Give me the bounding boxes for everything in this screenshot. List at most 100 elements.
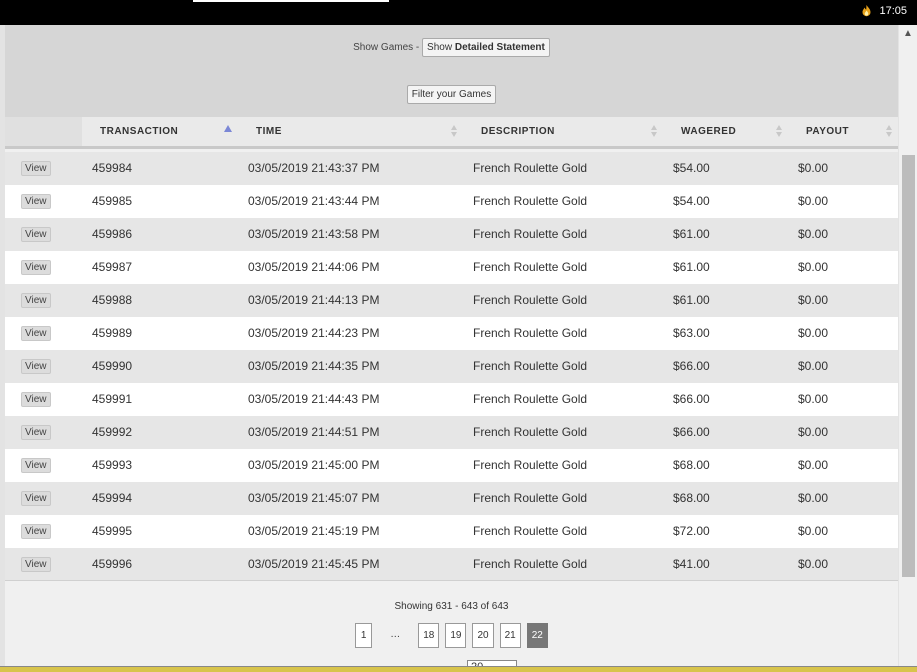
cell-wagered: $61.00 [673, 260, 710, 274]
cell-description: French Roulette Gold [473, 260, 588, 274]
cell-description: French Roulette Gold [473, 326, 588, 340]
sort-icon-description[interactable] [651, 125, 657, 139]
column-header-time[interactable]: TIME [256, 117, 282, 146]
view-button[interactable]: View [21, 458, 51, 473]
table-row: View 459986 03/05/2019 21:43:58 PM French R… [5, 218, 898, 251]
cell-time: 03/05/2019 21:44:06 PM [248, 260, 380, 274]
page-button[interactable]: 1 [355, 623, 373, 648]
cell-time: 03/05/2019 21:43:37 PM [248, 161, 380, 175]
sort-icon-payout[interactable] [886, 125, 892, 139]
view-button[interactable]: View [21, 260, 51, 275]
table-row: View 459996 03/05/2019 21:45:45 PM French R… [5, 548, 898, 581]
cell-payout: $0.00 [798, 359, 829, 373]
cell-payout: $0.00 [798, 260, 829, 274]
view-button[interactable]: View [21, 524, 51, 539]
cell-payout: $0.00 [798, 524, 829, 538]
sort-icon-wagered[interactable] [776, 125, 782, 139]
column-header-transaction[interactable]: TRANSACTION [100, 117, 178, 146]
cell-description: French Roulette Gold [473, 524, 588, 538]
cell-payout: $0.00 [798, 491, 829, 505]
cell-payout: $0.00 [798, 557, 829, 571]
cell-description: French Roulette Gold [473, 293, 588, 307]
column-header-wagered[interactable]: WAGERED [681, 117, 736, 146]
cell-time: 03/05/2019 21:45:07 PM [248, 491, 380, 505]
view-button[interactable]: View [21, 557, 51, 572]
page-button[interactable]: 21 [499, 623, 521, 648]
cell-payout: $0.00 [798, 458, 829, 472]
filter-games-button[interactable]: Filter your Games [406, 85, 497, 104]
column-header-description[interactable]: DESCRIPTION [481, 117, 555, 146]
view-button[interactable]: View [21, 326, 51, 341]
view-button[interactable]: View [21, 491, 51, 506]
cell-transaction: 459995 [92, 524, 133, 538]
cell-time: 03/05/2019 21:44:51 PM [248, 425, 380, 439]
cell-wagered: $61.00 [673, 293, 710, 307]
page-button[interactable]: 19 [445, 623, 467, 648]
cell-time: 03/05/2019 21:44:43 PM [248, 392, 380, 406]
cell-payout: $0.00 [798, 326, 829, 340]
sort-icon-time[interactable] [451, 125, 457, 139]
table-row: View 459994 03/05/2019 21:45:07 PM French R… [5, 482, 898, 515]
table-row: View 459993 03/05/2019 21:45:00 PM French R… [5, 449, 898, 482]
view-button[interactable]: View [21, 161, 51, 176]
cell-payout: $0.00 [798, 392, 829, 406]
cell-transaction: 459987 [92, 260, 133, 274]
showing-range: Showing 631 - 643 of 643 [394, 601, 509, 612]
cell-transaction: 459984 [92, 161, 133, 175]
cell-payout: $0.00 [798, 425, 829, 439]
table-row: View 459988 03/05/2019 21:44:13 PM French R… [5, 284, 898, 317]
cell-description: French Roulette Gold [473, 458, 588, 472]
table-row: View 459995 03/05/2019 21:45:19 PM French R… [5, 515, 898, 548]
view-switcher: Show Games - Show Detailed Statement [5, 38, 898, 57]
table-header: TRANSACTION TIME DESCRIPTION WAGERED PAY… [5, 117, 898, 149]
table-body: View 459984 03/05/2019 21:43:37 PM French R… [5, 152, 898, 581]
top-bar: 17:05 [0, 0, 917, 25]
page-button[interactable]: 18 [418, 623, 440, 648]
cell-transaction: 459990 [92, 359, 133, 373]
view-button[interactable]: View [21, 392, 51, 407]
sort-ascending-icon[interactable] [224, 125, 232, 132]
cell-wagered: $68.00 [673, 491, 710, 505]
view-button[interactable]: View [21, 194, 51, 209]
cell-wagered: $66.00 [673, 359, 710, 373]
cell-time: 03/05/2019 21:45:19 PM [248, 524, 380, 538]
view-button[interactable]: View [21, 425, 51, 440]
page-button[interactable]: 20 [472, 623, 494, 648]
cell-transaction: 459986 [92, 227, 133, 241]
show-games-link[interactable]: Show Games - [353, 42, 419, 53]
clock: 17:05 [879, 4, 907, 17]
cell-wagered: $68.00 [673, 458, 710, 472]
cell-description: French Roulette Gold [473, 161, 588, 175]
cell-time: 03/05/2019 21:45:45 PM [248, 557, 380, 571]
table-row: View 459984 03/05/2019 21:43:37 PM French R… [5, 152, 898, 185]
filter-row: Filter your Games [5, 84, 898, 104]
cell-time: 03/05/2019 21:44:35 PM [248, 359, 380, 373]
scrollbar-thumb[interactable] [902, 155, 915, 577]
vertical-scrollbar[interactable]: ▲ [899, 25, 917, 666]
column-header-payout[interactable]: PAYOUT [806, 117, 849, 146]
flame-icon[interactable] [860, 4, 873, 17]
view-button[interactable]: View [21, 293, 51, 308]
cell-transaction: 459988 [92, 293, 133, 307]
show-detailed-statement-button[interactable]: Show Detailed Statement [422, 38, 550, 57]
view-button[interactable]: View [21, 359, 51, 374]
table-row: View 459992 03/05/2019 21:44:51 PM French R… [5, 416, 898, 449]
scroll-up-icon[interactable]: ▲ [899, 25, 917, 43]
cell-description: French Roulette Gold [473, 491, 588, 505]
system-tray: 17:05 [860, 4, 907, 17]
pagination: 1 … 18 19 20 21 22 [5, 623, 898, 648]
cell-wagered: $63.00 [673, 326, 710, 340]
cell-transaction: 459989 [92, 326, 133, 340]
statement-page: Show Games - Show Detailed Statement Fil… [5, 25, 898, 666]
cell-transaction: 459996 [92, 557, 133, 571]
column-header-actions [5, 117, 82, 146]
cell-description: French Roulette Gold [473, 359, 588, 373]
active-tab-indicator [193, 0, 389, 2]
cell-transaction: 459992 [92, 425, 133, 439]
view-button[interactable]: View [21, 227, 51, 242]
cell-payout: $0.00 [798, 293, 829, 307]
page-button[interactable]: 22 [526, 623, 548, 648]
table-row: View 459990 03/05/2019 21:44:35 PM French R… [5, 350, 898, 383]
cell-wagered: $66.00 [673, 392, 710, 406]
cell-time: 03/05/2019 21:44:13 PM [248, 293, 380, 307]
